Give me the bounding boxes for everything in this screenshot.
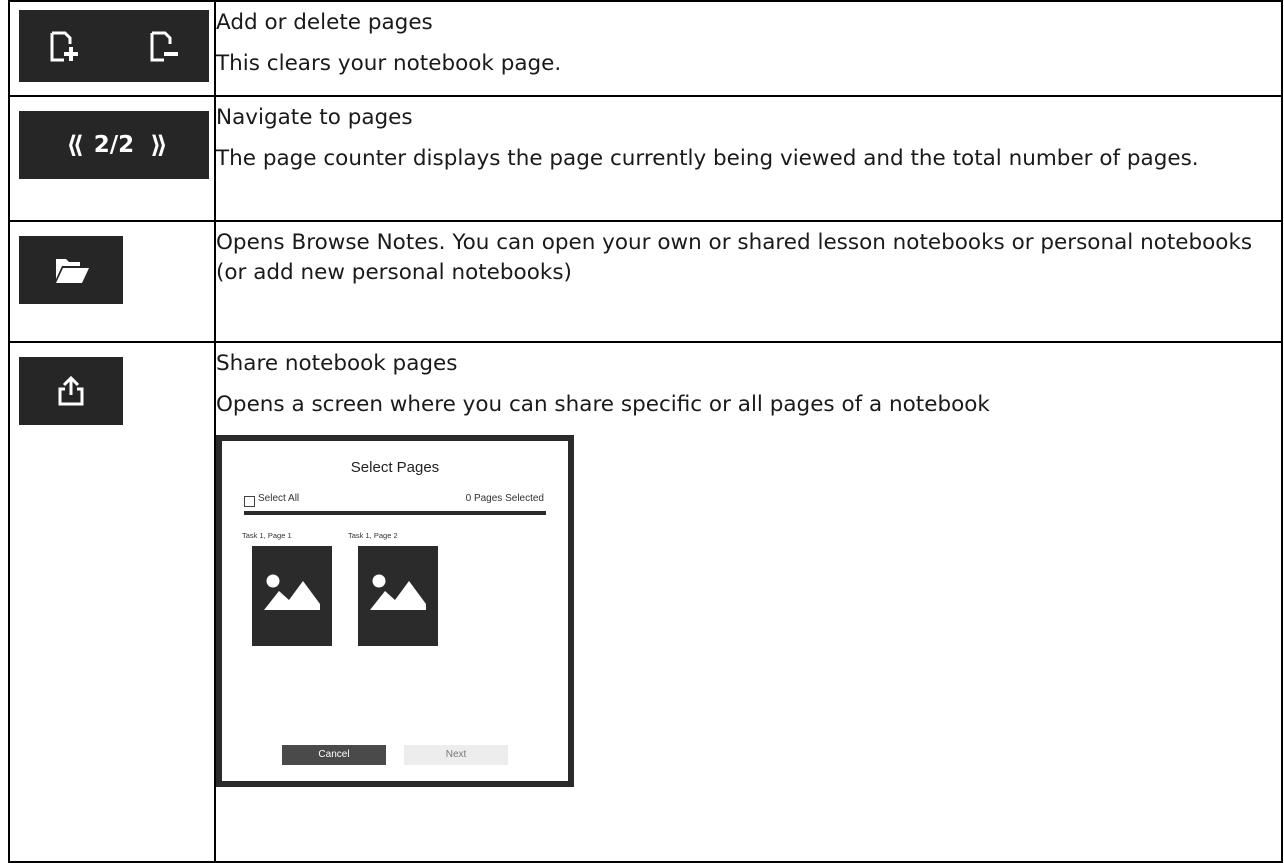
pages-selected-count: 0 Pages Selected [465,493,544,504]
share-button[interactable] [19,357,123,425]
row-title: Navigate to pages [216,105,413,130]
thumbnail-label: Task 1, Page 1 [242,531,292,540]
page-add-delete-toolbar [19,10,209,82]
row-description: Opens a screen where you can share speci… [216,392,990,417]
icon-cell: ⟪ 2/2 ⟫ [8,95,216,222]
next-page-icon[interactable]: ⟫ [150,131,167,159]
delete-page-icon[interactable] [147,30,181,64]
page-thumbnail[interactable] [252,546,332,646]
image-icon [264,574,320,610]
text-cell: Add or delete pages This clears your not… [214,0,1283,97]
page-counter: 2/2 [93,132,135,158]
thumbnail-label: Task 1, Page 2 [348,531,398,540]
icon-cell [8,341,216,863]
row-description: The page counter displays the page curre… [216,146,1199,171]
table-row: ⟪ 2/2 ⟫ Navigate to pages The page count… [8,95,1283,222]
image-icon [370,574,426,610]
share-icon [58,375,84,406]
browse-notes-button[interactable] [19,236,123,304]
row-title: Share notebook pages [216,351,458,376]
dialog-title: Select Pages [350,459,440,476]
row-title: Opens Browse Notes. You can open your ow… [216,230,1253,285]
select-all-label[interactable]: Select All [258,493,299,504]
table-row: Share notebook pages Opens a screen wher… [8,341,1283,863]
row-title: Add or delete pages [216,10,433,35]
table-row: Add or delete pages This clears your not… [8,0,1283,97]
divider [244,511,546,515]
icon-cell [8,220,216,343]
page-navigator: ⟪ 2/2 ⟫ [19,111,209,179]
add-page-icon[interactable] [47,30,81,64]
text-cell: Navigate to pages The page counter displ… [214,95,1283,222]
row-description: This clears your notebook page. [216,51,562,76]
next-button[interactable]: Next [404,745,508,765]
table-row: Opens Browse Notes. You can open your ow… [8,220,1283,343]
previous-page-icon[interactable]: ⟪ [66,131,83,159]
page-thumbnail[interactable] [358,546,438,646]
cancel-button[interactable]: Cancel [282,745,386,765]
text-cell: Share notebook pages Opens a screen wher… [214,341,1283,863]
select-all-checkbox[interactable] [244,496,255,507]
folder-open-icon [56,259,89,283]
select-pages-dialog: Select Pages Select All 0 Pages Selected… [216,435,574,787]
icon-cell [8,0,216,97]
text-cell: Opens Browse Notes. You can open your ow… [214,220,1283,343]
feature-table: Add or delete pages This clears your not… [8,0,1283,863]
